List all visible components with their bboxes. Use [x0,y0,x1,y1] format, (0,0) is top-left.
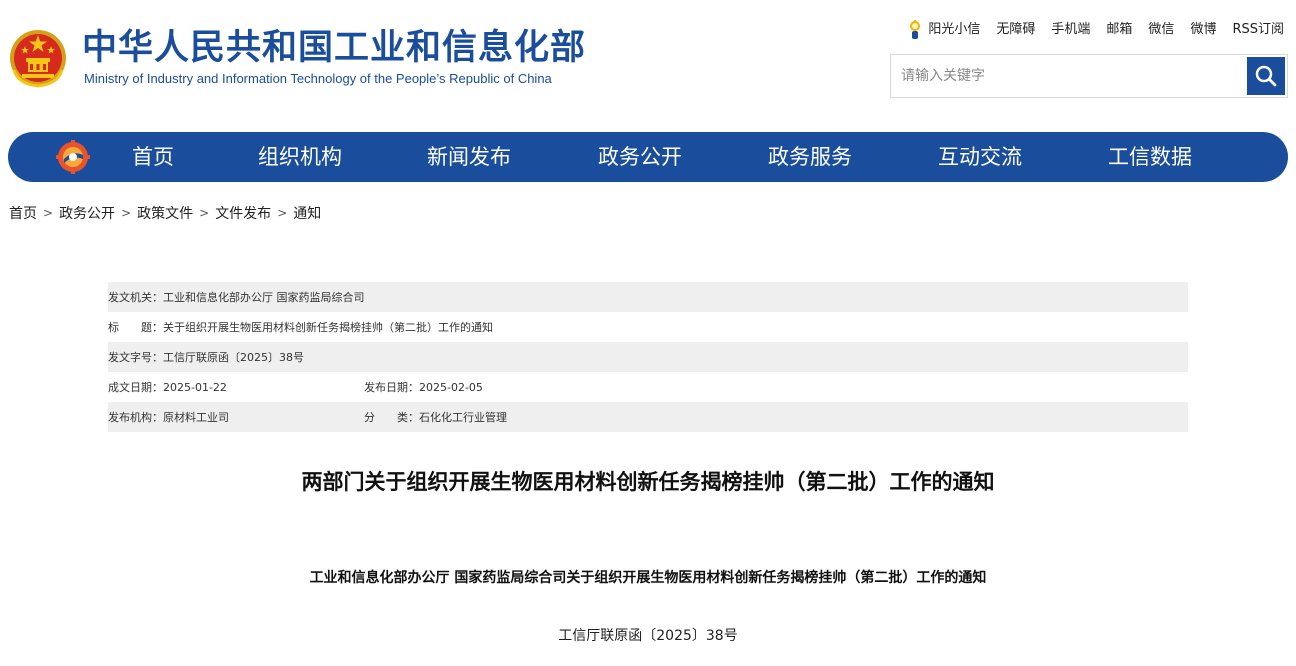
meta-value-docno: 工信厅联原函〔2025〕38号 [163,351,304,364]
top-links-bar: 阳光小信 无障碍 手机端 邮箱 微信 微博 RSS订阅 [907,18,1284,42]
toplink-rss[interactable]: RSS订阅 [1232,18,1284,42]
article-title: 两部门关于组织开展生物医用材料创新任务揭榜挂帅（第二批）工作的通知 [301,470,995,494]
meta-row-issuer: 发文机关： 工业和信息化部办公厅 国家药监局综合司 [108,282,1188,312]
nav-item-gov-services[interactable]: 政务服务 [768,132,852,182]
meta-value-category: 石化化工行业管理 [419,411,507,424]
article-doc-number: 工信厅联原函〔2025〕38号 [558,628,738,644]
toplink-accessibility[interactable]: 无障碍 [996,18,1035,42]
site-subtitle: Ministry of Industry and Information Tec… [84,71,552,86]
toplink-mobile[interactable]: 手机端 [1051,18,1090,42]
breadcrumb-separator: > [277,206,288,220]
breadcrumb-doc-release[interactable]: 文件发布 [215,203,271,223]
meta-row-dates: 成文日期： 2025-01-22 发布日期： 2025-02-05 [108,372,1188,402]
meta-label: 标 题： [108,321,163,334]
breadcrumb-home[interactable]: 首页 [9,203,37,223]
meta-row-org: 发布机构： 原材料工业司 分 类： 石化化工行业管理 [108,402,1188,432]
search-button[interactable] [1247,57,1285,95]
toplink-mail[interactable]: 邮箱 [1106,18,1132,42]
nav-item-news[interactable]: 新闻发布 [427,132,511,182]
meta-value-published: 2025-02-05 [419,380,483,394]
toplink-weibo[interactable]: 微博 [1190,18,1216,42]
meta-row-title: 标 题： 关于组织开展生物医用材料创新任务揭榜挂帅（第二批）工作的通知 [108,312,1188,342]
meta-label: 发文机关： [108,291,163,304]
breadcrumb-gov-affairs[interactable]: 政务公开 [59,203,115,223]
nav-item-organization[interactable]: 组织机构 [258,132,342,182]
breadcrumb: 首页 > 政务公开 > 政策文件 > 文件发布 > 通知 [9,202,321,224]
nav-item-data[interactable]: 工信数据 [1108,132,1192,182]
meta-row-docno: 发文字号： 工信厅联原函〔2025〕38号 [108,342,1188,372]
meta-value-created: 2025-01-22 [163,380,227,394]
national-emblem-icon[interactable] [8,26,68,90]
main-nav: 首页 组织机构 新闻发布 政务公开 政务服务 互动交流 工信数据 [8,132,1288,182]
meta-value-org: 原材料工业司 [163,411,229,424]
breadcrumb-policy-docs[interactable]: 政策文件 [137,203,193,223]
search-input[interactable] [901,55,1241,97]
meta-label: 分 类： [364,411,419,424]
sun-mascot-icon [910,19,921,39]
search-box [890,54,1288,98]
toplink-wechat[interactable]: 微信 [1148,18,1174,42]
meta-value-issuer: 工业和信息化部办公厅 国家药监局综合司 [163,291,365,304]
meta-label: 发布机构： [108,411,163,424]
breadcrumb-separator: > [199,206,210,220]
article-subtitle: 工业和信息化部办公厅 国家药监局综合司关于组织开展生物医用材料创新任务揭榜挂帅（… [309,570,987,586]
meta-label: 成文日期： [108,381,163,394]
breadcrumb-separator: > [121,206,132,220]
breadcrumb-separator: > [43,206,54,220]
toplink-label: 阳光小信 [928,22,981,37]
nav-item-interaction[interactable]: 互动交流 [938,132,1022,182]
nav-item-home[interactable]: 首页 [132,132,174,182]
nav-item-gov-affairs[interactable]: 政务公开 [598,132,682,182]
search-icon [1255,65,1277,87]
document-meta-table: 发文机关： 工业和信息化部办公厅 国家药监局综合司 标 题： 关于组织开展生物医… [108,282,1188,432]
meta-label: 发文字号： [108,351,163,364]
meta-label: 发布日期： [364,381,419,394]
site-title[interactable]: 中华人民共和国工业和信息化部 [82,26,586,70]
toplink-sunshine[interactable]: 阳光小信 [907,18,980,42]
breadcrumb-notice[interactable]: 通知 [293,203,321,223]
gear-logo-icon [56,140,90,174]
meta-value-title: 关于组织开展生物医用材料创新任务揭榜挂帅（第二批）工作的通知 [163,321,493,334]
